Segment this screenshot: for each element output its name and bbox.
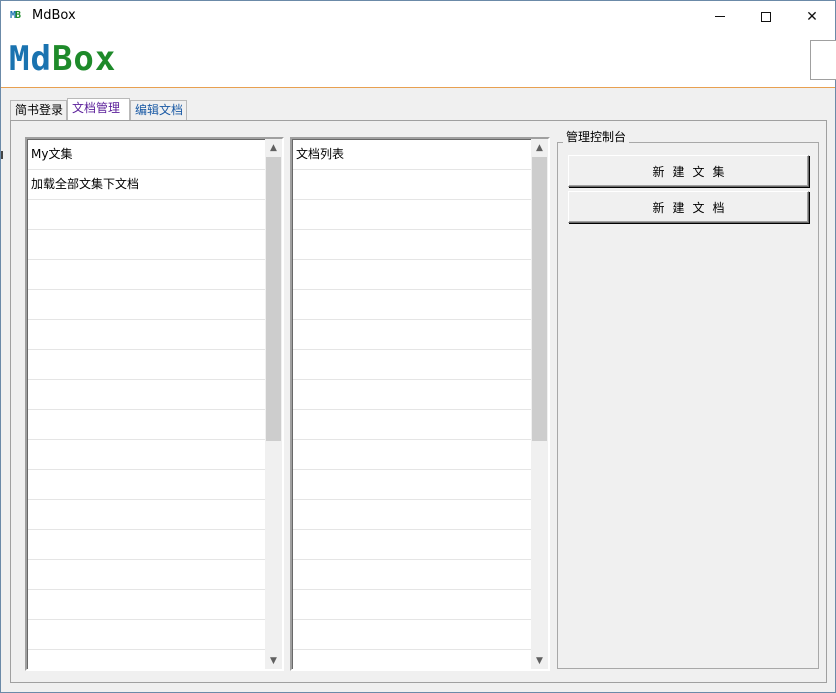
list-item-empty[interactable]	[28, 620, 265, 650]
title-bar[interactable]: MB MdBox ✕	[1, 1, 835, 32]
list-item[interactable]: 文档列表	[293, 140, 531, 170]
list-item-empty[interactable]	[28, 530, 265, 560]
scroll-thumb[interactable]	[532, 157, 547, 441]
list-item-empty[interactable]	[293, 470, 531, 500]
list-item-empty[interactable]	[293, 590, 531, 620]
list-item-empty[interactable]	[293, 320, 531, 350]
list-item[interactable]: 加载全部文集下文档	[28, 170, 265, 200]
left-edge-marker	[1, 151, 3, 159]
close-button[interactable]: ✕	[789, 1, 835, 32]
list-item-empty[interactable]	[293, 560, 531, 590]
minimize-icon	[715, 16, 725, 17]
chevron-up-icon[interactable]: ▲	[265, 139, 282, 156]
list-item-empty[interactable]	[28, 380, 265, 410]
list-item-empty[interactable]	[293, 290, 531, 320]
new-document-button[interactable]: 新建文档	[568, 191, 809, 223]
header-side-panel	[810, 40, 836, 80]
list-item-empty[interactable]	[293, 200, 531, 230]
documents-list-content: 文档列表	[292, 139, 531, 669]
list-item-empty[interactable]	[293, 620, 531, 650]
list-item-empty[interactable]	[28, 260, 265, 290]
list-item-empty[interactable]	[293, 230, 531, 260]
list-item-empty[interactable]	[28, 500, 265, 530]
list-item-empty[interactable]	[28, 350, 265, 380]
list-item-empty[interactable]	[293, 350, 531, 380]
tab-edit-document[interactable]: 编辑文档	[130, 100, 187, 120]
chevron-down-icon[interactable]: ▼	[531, 652, 548, 669]
list-item-empty[interactable]	[293, 410, 531, 440]
list-item-empty[interactable]	[293, 650, 531, 669]
collections-scrollbar[interactable]: ▲ ▼	[265, 139, 282, 669]
documents-listbox[interactable]: 文档列表 ▲ ▼	[290, 137, 550, 671]
new-collection-button[interactable]: 新建文集	[568, 155, 809, 187]
app-header: MdBox	[1, 32, 836, 88]
list-item-empty[interactable]	[293, 380, 531, 410]
list-item-empty[interactable]	[28, 410, 265, 440]
scroll-thumb[interactable]	[266, 157, 281, 441]
list-item-empty[interactable]	[293, 500, 531, 530]
list-item-empty[interactable]	[28, 560, 265, 590]
chevron-down-icon[interactable]: ▼	[265, 652, 282, 669]
minimize-button[interactable]	[697, 1, 743, 32]
management-console-title: 管理控制台	[563, 129, 630, 145]
list-item-empty[interactable]	[293, 440, 531, 470]
list-item-empty[interactable]	[28, 650, 265, 669]
mdbox-logo: MdBox	[9, 39, 117, 79]
documents-scrollbar[interactable]: ▲ ▼	[531, 139, 548, 669]
maximize-button[interactable]	[743, 1, 789, 32]
list-item-empty[interactable]	[293, 170, 531, 200]
tab-jianshu-login[interactable]: 简书登录	[10, 100, 67, 120]
list-item[interactable]: My文集	[28, 140, 265, 170]
tab-document-management[interactable]: 文档管理	[67, 98, 130, 120]
maximize-icon	[761, 11, 771, 22]
list-item-empty[interactable]	[28, 590, 265, 620]
collections-list-content: My文集 加载全部文集下文档	[27, 139, 265, 669]
list-item-empty[interactable]	[28, 230, 265, 260]
chevron-up-icon[interactable]: ▲	[531, 139, 548, 156]
list-item-empty[interactable]	[28, 200, 265, 230]
window-title: MdBox	[32, 8, 76, 23]
app-icon: MB	[10, 10, 21, 21]
close-icon: ✕	[806, 8, 818, 25]
app-window: MB MdBox ✕ MdBox 简书登录 文档管理 编辑文档 My文集 加载全…	[0, 0, 836, 693]
list-item-empty[interactable]	[28, 470, 265, 500]
list-item-empty[interactable]	[293, 260, 531, 290]
collections-listbox[interactable]: My文集 加载全部文集下文档 ▲ ▼	[25, 137, 284, 671]
list-item-empty[interactable]	[293, 530, 531, 560]
list-item-empty[interactable]	[28, 290, 265, 320]
list-item-empty[interactable]	[28, 320, 265, 350]
list-item-empty[interactable]	[28, 440, 265, 470]
